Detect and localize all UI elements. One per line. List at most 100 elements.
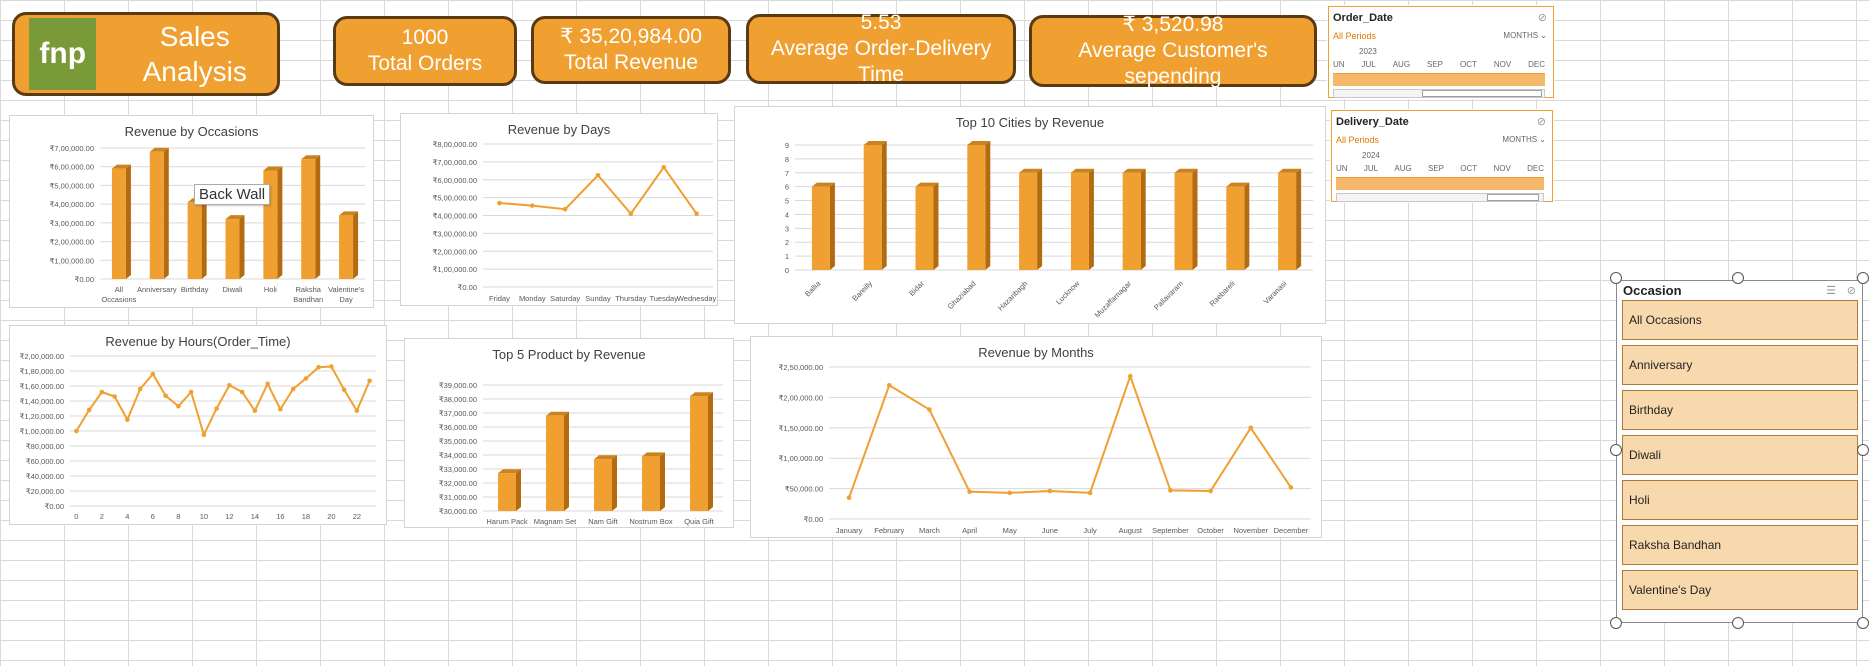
slicer-item-all-occasions[interactable]: All Occasions	[1622, 300, 1858, 340]
month-label: NOV	[1493, 164, 1511, 173]
bar	[811, 186, 830, 270]
resize-handle-ml[interactable]	[1610, 444, 1622, 456]
bar-side	[612, 455, 617, 511]
data-point	[163, 393, 168, 399]
slicer-granularity-dropdown[interactable]: MONTHS ⌄	[1503, 31, 1547, 40]
x-tick-label: 12	[225, 512, 233, 521]
slicer-item-anniversary[interactable]: Anniversary	[1622, 345, 1858, 385]
kpi-value: ₹ 3,520.98	[1122, 12, 1224, 36]
bar-side	[1088, 168, 1094, 270]
y-tick-label: ₹6,00,000.00	[50, 163, 94, 172]
y-tick-label: ₹7,00,000.00	[50, 144, 94, 153]
clear-filter-icon[interactable]: ⊘	[1847, 284, 1856, 297]
scrollbar-thumb[interactable]	[1422, 90, 1542, 97]
slicer-occasion[interactable]: Occasion ☰ ⊘ All Occasions Anniversary B…	[1616, 280, 1863, 623]
y-tick-label: ₹4,00,000.00	[433, 212, 477, 221]
slicer-item-holi[interactable]: Holi	[1622, 480, 1858, 520]
chart-top-5-products[interactable]: Top 5 Product by Revenue ₹30,000.00 ₹31,0…	[404, 338, 734, 528]
bar	[967, 145, 986, 270]
resize-handle-tr[interactable]	[1857, 272, 1869, 284]
slicer-periods-label: All Periods	[1333, 31, 1377, 41]
bar	[301, 159, 316, 279]
chart-svg: ₹30,000.00 ₹31,000.00 ₹32,000.00 ₹33,000.00…	[439, 381, 723, 526]
data-point	[86, 407, 92, 413]
bar	[690, 396, 708, 511]
y-tick-label: 6	[785, 183, 789, 192]
slicer-month-row: UN JUL AUG SEP OCT NOV DEC	[1333, 60, 1545, 69]
month-label: OCT	[1460, 164, 1478, 173]
slicer-item-valentines-day[interactable]: Valentine's Day	[1622, 570, 1858, 610]
slicer-granularity-dropdown[interactable]: MONTHS ⌄	[1502, 135, 1546, 144]
bar	[642, 456, 660, 511]
kpi-value: 1000	[401, 25, 449, 49]
bar	[1278, 172, 1297, 270]
kpi-total-revenue: ₹ 35,20,984.00 Total Revenue	[531, 16, 731, 84]
timeline-selection-bar[interactable]	[1333, 73, 1545, 86]
resize-handle-mr[interactable]	[1857, 444, 1869, 456]
resize-handle-tl[interactable]	[1610, 272, 1622, 284]
data-point	[252, 408, 258, 414]
data-point	[137, 386, 143, 392]
chart-revenue-by-days[interactable]: Revenue by Days ₹0.00 ₹1,00,000.00 ₹2,00,0…	[400, 113, 718, 306]
data-point	[316, 364, 321, 370]
multi-select-icon[interactable]: ☰	[1826, 284, 1836, 297]
clear-filter-icon[interactable]: ⊘	[1537, 115, 1546, 128]
bar-side	[933, 182, 939, 270]
data-point	[354, 408, 360, 414]
data-point	[694, 211, 699, 217]
bar	[863, 145, 882, 270]
bar	[1226, 186, 1245, 270]
slicer-order-date[interactable]: Order_Date ⊘ All Periods MONTHS ⌄ 2023 U…	[1328, 6, 1554, 98]
x-tick-label: Ghaziabad	[946, 279, 978, 311]
chart-svg: ₹0.00 ₹50,000.00 ₹1,00,000.00 ₹1,50,000.00 ₹…	[779, 363, 1311, 535]
slicer-item-diwali[interactable]: Diwali	[1622, 435, 1858, 475]
bar-side	[163, 147, 169, 279]
y-tick-label: ₹1,00,000.00	[50, 256, 94, 265]
month-label: JUL	[1363, 164, 1379, 173]
data-point	[150, 371, 156, 377]
y-tick-label: ₹35,000.00	[439, 437, 477, 446]
y-tick-label: 8	[785, 155, 789, 164]
data-point	[188, 389, 194, 395]
scrollbar-thumb[interactable]	[1487, 194, 1539, 201]
x-tick-label: Tuesday	[649, 294, 678, 303]
slicer-item-birthday[interactable]: Birthday	[1622, 390, 1858, 430]
timeline-scrollbar[interactable]	[1333, 89, 1545, 98]
resize-handle-tm[interactable]	[1732, 272, 1744, 284]
x-tick-label: 4	[125, 512, 129, 521]
bar-side	[1244, 182, 1250, 270]
bar-side	[239, 215, 245, 279]
chart-revenue-by-hours[interactable]: Revenue by Hours(Order_Time) ₹0.00 ₹20,00…	[9, 325, 387, 525]
y-tick-label: ₹80,000.00	[26, 442, 64, 451]
x-tick-label: Valentine's	[328, 285, 364, 294]
y-tick-label: ₹4,00,000.00	[50, 200, 94, 209]
chart-revenue-by-occasions[interactable]: Revenue by Occasions ₹0.00 ₹1,00,000.00 ₹2…	[9, 115, 374, 308]
x-tick-label: Occasions	[101, 295, 136, 304]
clear-filter-icon[interactable]: ⊘	[1538, 11, 1547, 24]
month-label: DEC	[1528, 60, 1545, 69]
data-point	[562, 206, 568, 212]
data-point	[1208, 488, 1213, 494]
slicer-delivery-date[interactable]: Delivery_Date ⊘ All Periods MONTHS ⌄ 202…	[1331, 110, 1553, 202]
bar-side	[125, 164, 131, 279]
y-tick-label: ₹2,00,000.00	[433, 247, 477, 256]
y-tick-label: ₹8,00,000.00	[433, 140, 477, 149]
timeline-scrollbar[interactable]	[1336, 193, 1544, 202]
bar-side	[1140, 168, 1146, 270]
data-point	[201, 432, 207, 438]
month-label: DEC	[1527, 164, 1544, 173]
y-tick-label: ₹0.00	[45, 502, 64, 511]
resize-handle-bm[interactable]	[1732, 617, 1744, 629]
slicer-item-raksha-bandhan[interactable]: Raksha Bandhan	[1622, 525, 1858, 565]
chart-svg: 0 1 2 3 4 5 6 7 8 9 Ballia Bareilly Bidar Ghaziabad Ha…	[785, 141, 1313, 320]
chart-top-10-cities[interactable]: Top 10 Cities by Revenue 0 1 2 3 4 5 6 7 8 9 Balli…	[734, 106, 1326, 324]
x-tick-label: 18	[302, 512, 310, 521]
data-point	[661, 164, 667, 170]
x-tick-label: 2	[100, 512, 104, 521]
bar	[1019, 172, 1038, 270]
resize-handle-bl[interactable]	[1610, 617, 1622, 629]
resize-handle-br[interactable]	[1857, 617, 1869, 629]
chart-revenue-by-months[interactable]: Revenue by Months ₹0.00 ₹50,000.00 ₹1,00,0…	[750, 336, 1322, 538]
x-tick-label: 6	[151, 512, 155, 521]
timeline-selection-bar[interactable]	[1336, 177, 1544, 190]
